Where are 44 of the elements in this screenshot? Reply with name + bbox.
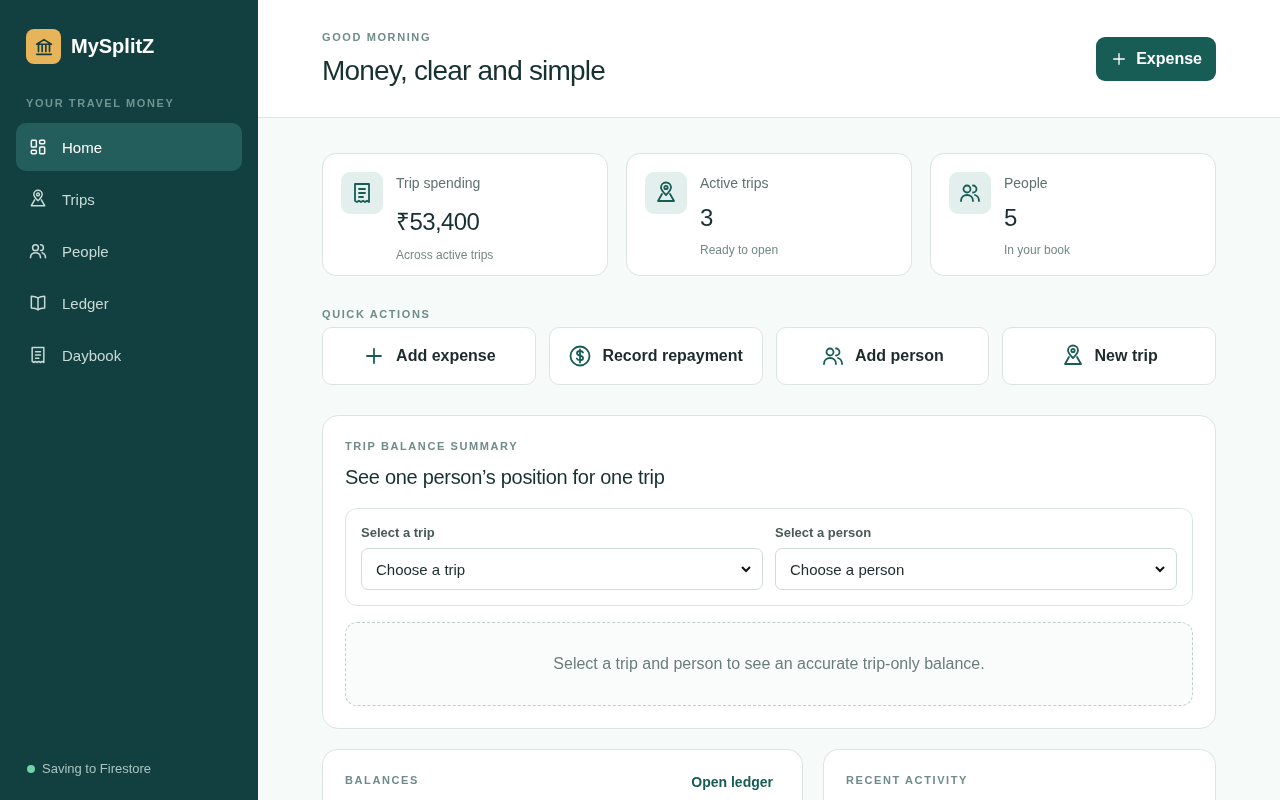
map-pin-icon <box>654 181 678 205</box>
section-label: QUICK ACTIONS <box>322 308 432 320</box>
stat-note: In your book <box>1004 243 1071 257</box>
empty-state: Select a trip and person to see an accurate trip-only balance. <box>345 622 1193 706</box>
app-name: MySplitZ <box>71 35 155 58</box>
quick-action-button[interactable]: Add person <box>775 327 990 385</box>
quick-action-button[interactable]: Add expense <box>322 327 536 385</box>
stat-label: Trip spending <box>396 175 482 191</box>
page-title: Money, clear and simple <box>322 54 605 87</box>
receipt-icon <box>28 345 48 365</box>
nav-item[interactable]: People <box>16 227 242 275</box>
greeting: GOOD MORNING <box>322 30 433 43</box>
dollar-icon <box>568 344 593 368</box>
section-label: RECENT ACTIVITY <box>846 774 968 786</box>
nav-item[interactable]: Daybook <box>16 331 242 379</box>
stat-value: 5 <box>1004 204 1018 232</box>
stat-note: Ready to open <box>700 243 779 257</box>
add-expense-button[interactable]: Expense <box>1096 36 1216 81</box>
stat-note: Across active trips <box>396 248 494 262</box>
chevron-down-icon <box>740 563 752 575</box>
stat-label: Active trips <box>700 175 770 191</box>
chevron-down-icon <box>1154 563 1166 575</box>
grid-icon <box>28 137 48 157</box>
status-text: Saving to Firestore <box>42 761 152 776</box>
nav-item[interactable]: Ledger <box>16 279 242 327</box>
open-ledger-link[interactable]: Open ledger <box>691 774 773 790</box>
map-pin-icon <box>28 189 48 209</box>
card-title: See one person’s position for one trip <box>345 466 666 489</box>
field-label: Select a person <box>775 525 873 540</box>
section-label: YOUR TRAVEL MONEY <box>26 97 176 109</box>
nav-item[interactable]: Home <box>16 123 242 171</box>
people-icon <box>28 241 48 261</box>
select-field[interactable]: Choose a trip <box>361 548 763 590</box>
stat-label: People <box>1004 175 1049 191</box>
section-label: TRIP BALANCE SUMMARY <box>345 440 520 452</box>
field-label: Select a trip <box>361 525 436 540</box>
select-field[interactable]: Choose a person <box>775 548 1177 590</box>
nav-item[interactable]: Trips <box>16 175 242 223</box>
section-label: BALANCES <box>345 774 419 786</box>
quick-action-button[interactable]: New trip <box>1002 327 1216 385</box>
quick-action-button[interactable]: Record repayment <box>548 327 763 385</box>
stat-value: ₹53,400 <box>396 207 481 237</box>
stat-value: 3 <box>700 204 714 232</box>
book-icon <box>28 293 48 313</box>
